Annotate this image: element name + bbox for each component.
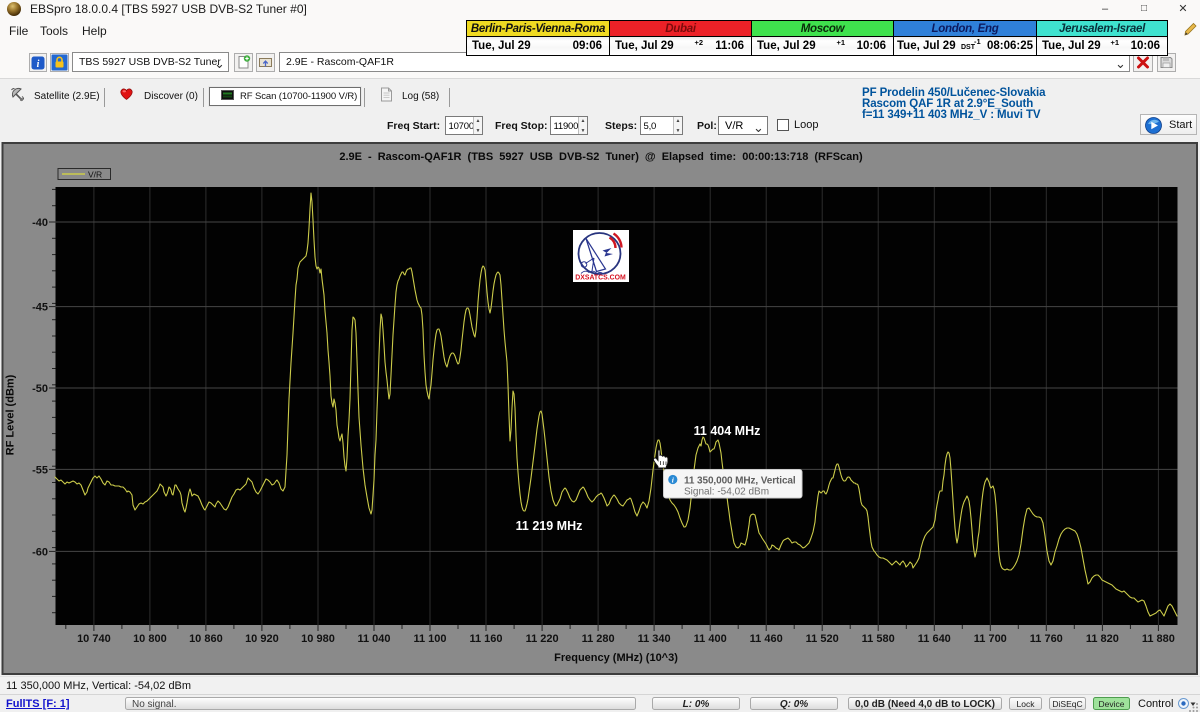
svg-text:11 820: 11 820 [1086, 633, 1119, 645]
svg-text:11 460: 11 460 [750, 633, 783, 645]
svg-text:11 400: 11 400 [694, 633, 727, 645]
svg-text:Frequency (MHz) (10^3): Frequency (MHz) (10^3) [554, 652, 678, 664]
svg-text:DXSATCS.COM: DXSATCS.COM [575, 275, 626, 282]
svg-text:11 220: 11 220 [526, 633, 559, 645]
svg-text:RF Level (dBm): RF Level (dBm) [5, 374, 17, 455]
svg-text:V/R: V/R [88, 170, 102, 180]
svg-text:-55: -55 [32, 464, 48, 476]
svg-text:10 860: 10 860 [189, 633, 223, 645]
svg-text:11 880: 11 880 [1142, 633, 1175, 645]
svg-text:11 040: 11 040 [357, 633, 390, 645]
svg-text:11 520: 11 520 [806, 633, 839, 645]
svg-text:11 100: 11 100 [413, 633, 446, 645]
svg-text:11 219 MHz: 11 219 MHz [516, 519, 583, 533]
svg-text:11 404 MHz: 11 404 MHz [694, 424, 761, 438]
svg-text:11 640: 11 640 [918, 633, 951, 645]
svg-text:11 280: 11 280 [582, 633, 615, 645]
svg-text:10 800: 10 800 [133, 633, 167, 645]
svg-text:11 700: 11 700 [974, 633, 1007, 645]
svg-text:11 760: 11 760 [1030, 633, 1063, 645]
svg-text:11 350,000 MHz, Vertical: 11 350,000 MHz, Vertical [684, 476, 796, 487]
svg-text:2.9E - Rascom-QAF1R (TBS 5927: 2.9E - Rascom-QAF1R (TBS 5927 USB DVB-S2… [339, 151, 863, 163]
svg-text:-40: -40 [32, 217, 48, 229]
svg-text:10 740: 10 740 [77, 633, 111, 645]
svg-text:Signal: -54,02 dBm: Signal: -54,02 dBm [684, 487, 769, 498]
svg-text:i: i [37, 59, 40, 70]
svg-text:10 980: 10 980 [301, 633, 335, 645]
svg-text:10 920: 10 920 [245, 633, 279, 645]
svg-text:11 160: 11 160 [469, 633, 502, 645]
svg-text:-50: -50 [32, 383, 48, 395]
svg-text:11 580: 11 580 [862, 633, 895, 645]
svg-text:-45: -45 [32, 302, 48, 314]
svg-text:-60: -60 [32, 546, 48, 558]
svg-text:11 340: 11 340 [638, 633, 671, 645]
